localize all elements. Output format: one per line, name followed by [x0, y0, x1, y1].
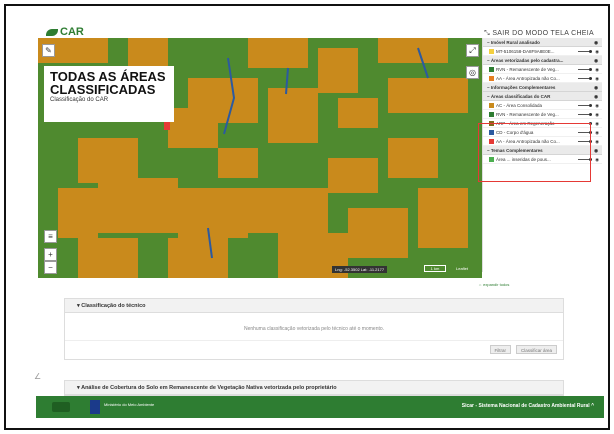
color-swatch: [489, 76, 494, 82]
side-mark: ∠: [34, 372, 42, 381]
ministry-text: Ministério do Meio Ambiente: [104, 402, 155, 407]
filter-button[interactable]: Filtrar: [489, 345, 511, 354]
classify-area-button[interactable]: Classificar área: [515, 345, 557, 354]
fullscreen-icon[interactable]: ⤢: [466, 44, 479, 57]
panel-section-header[interactable]: − Imóvel Rural analisado ◉: [483, 38, 602, 47]
color-swatch: [489, 49, 494, 55]
highlight-box: [478, 123, 591, 182]
layer-item[interactable]: RVN - Remanescente de Veg... ◉: [483, 65, 602, 74]
opacity-slider[interactable]: [578, 68, 592, 71]
coordinates-readout: Lng: -52.3502 Lat: -11.2177: [332, 266, 388, 273]
ministry-logo: [90, 400, 100, 414]
expand-all-link[interactable]: ⇔ expandir todos: [478, 282, 509, 287]
technician-classification-section: ▾ Classificação do técnico Nenhuma class…: [64, 298, 564, 360]
opacity-slider[interactable]: [578, 50, 592, 53]
eye-icon[interactable]: ◉: [595, 65, 599, 74]
locate-icon[interactable]: ◎: [466, 66, 479, 79]
opacity-slider[interactable]: [578, 77, 592, 80]
map-subtitle: Classificação do CAR: [50, 97, 109, 103]
eye-icon[interactable]: ◉: [594, 146, 598, 155]
draw-icon[interactable]: ✎: [42, 44, 55, 57]
map-title-box: TODAS AS ÁREAS CLASSIFICADAS Classificaç…: [44, 66, 174, 122]
opacity-slider[interactable]: [578, 113, 592, 116]
section-header[interactable]: ▾ Análise de Cobertura do Solo em Remane…: [65, 381, 563, 395]
layer-item[interactable]: MT-5106158-DA8F9A8E0E... ◉: [483, 47, 602, 56]
panel-section-header[interactable]: − Áreas vetorizadas pelo cadastra... ◉: [483, 56, 602, 65]
layer-item[interactable]: AC - Área Consolidada ◉: [483, 101, 602, 110]
section-header[interactable]: ▾ Classificação do técnico: [65, 299, 563, 313]
color-swatch: [489, 67, 494, 73]
layer-item[interactable]: AA - Área Antropizada não Co... ◉: [483, 74, 602, 83]
car-footer-logo: [52, 402, 70, 412]
eye-icon[interactable]: ◉: [595, 101, 599, 110]
footer-title: Sicar - Sistema Nacional de Cadastro Amb…: [461, 403, 594, 409]
panel-section-header[interactable]: − Informações Complementares ◉: [483, 83, 602, 92]
zoom-out-button[interactable]: −: [44, 261, 57, 274]
color-swatch: [489, 112, 494, 118]
eye-icon[interactable]: ◉: [594, 56, 598, 65]
eye-icon[interactable]: ◉: [595, 137, 599, 146]
eye-icon[interactable]: ◉: [595, 128, 599, 137]
color-swatch: [489, 103, 494, 109]
eye-icon[interactable]: ◉: [595, 110, 599, 119]
opacity-slider[interactable]: [578, 104, 592, 107]
eye-icon[interactable]: ◉: [595, 119, 599, 128]
map-title-line2: CLASSIFICADAS: [50, 82, 156, 97]
panel-section-header[interactable]: − Áreas classificadas do CAR ◉: [483, 92, 602, 101]
footer-bar: Ministério do Meio Ambiente Sicar - Sist…: [36, 396, 604, 418]
eye-icon[interactable]: ◉: [595, 74, 599, 83]
eye-icon[interactable]: ◉: [594, 83, 598, 92]
zoom-in-button[interactable]: +: [44, 248, 57, 261]
eye-icon[interactable]: ◉: [595, 47, 599, 56]
car-logo: CAR: [46, 26, 84, 38]
leaflet-attribution[interactable]: Leaflet: [456, 266, 468, 271]
empty-message: Nenhuma classificação vetorizada pelo té…: [65, 313, 563, 341]
cover-analysis-section: ▾ Análise de Cobertura do Solo em Remane…: [64, 380, 564, 396]
layers-icon[interactable]: ≡: [44, 230, 57, 243]
layer-item[interactable]: RVN - Remanescente de Veg... ◉: [483, 110, 602, 119]
eye-icon[interactable]: ◉: [594, 92, 598, 101]
map-scale: 1 km: [424, 265, 446, 272]
exit-fullscreen-button[interactable]: ⤡ SAIR DO MODO TELA CHEIA: [484, 30, 594, 38]
eye-icon[interactable]: ◉: [595, 155, 599, 164]
leaf-icon: [46, 28, 58, 36]
eye-icon[interactable]: ◉: [594, 38, 598, 47]
